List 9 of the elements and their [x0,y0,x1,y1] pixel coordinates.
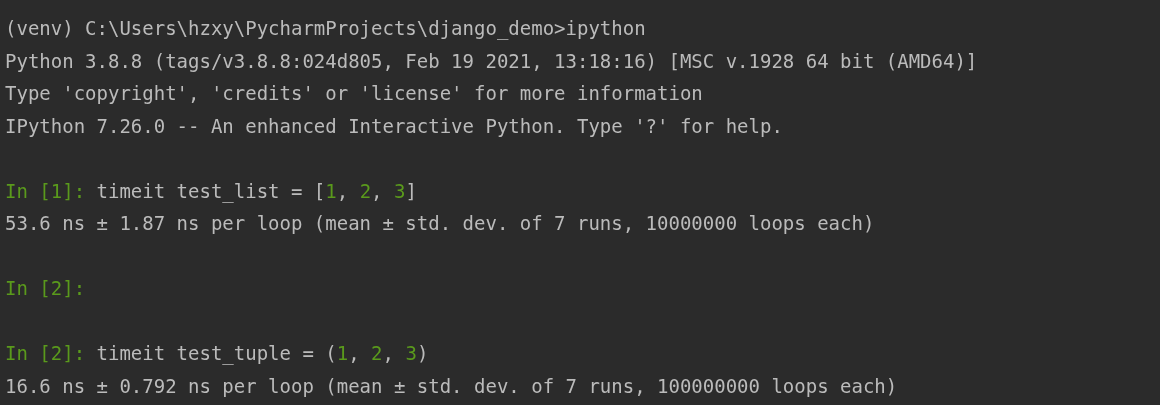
terminal-line: 16.6 ns ± 0.792 ns per loop (mean ± std. dev. of 7 runs, 100000000 loops each) [5,373,898,399]
terminal-line: Type 'copyright', 'credits' or 'license' for more information [5,81,703,106]
terminal-line: In [1]: timeit test_list = [1, 2, 3] [5,178,417,205]
terminal-line: Python 3.8.8 (tags/v3.8.8:024d805, Feb 19 2021, 13:18:16) [MSC v.1928 64 bit (AMD64)] [5,48,978,74]
terminal-line: 53.6 ns ± 1.87 ns per loop (mean ± std. dev. of 7 runs, 10000000 loops each) [5,211,875,236]
terminal-line: In [2]: [5,276,86,301]
terminal-line: (venv) C:\Users\hzxy\PycharmProjects\django_demo>ipython [5,16,646,42]
terminal-line: IPython 7.26.0 -- An enhanced Interactive Python. Type '?' for help. [5,113,783,139]
terminal-line: In [2]: timeit test_tuple = (1, 2, 3) [5,341,429,367]
